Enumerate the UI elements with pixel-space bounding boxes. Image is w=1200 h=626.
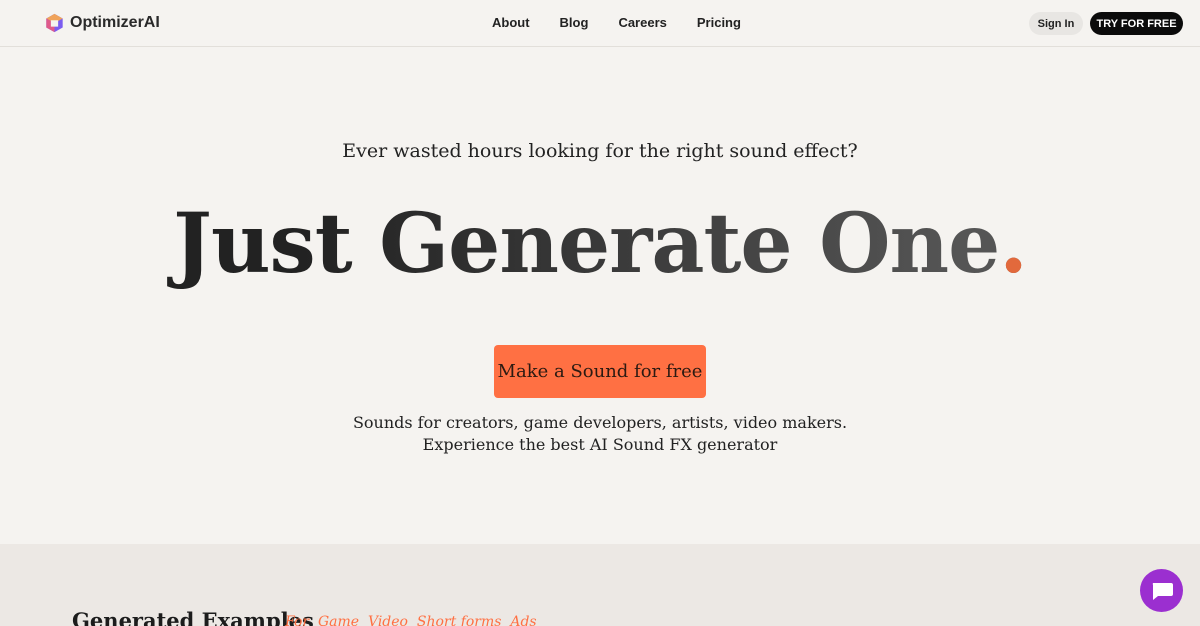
hero-tagline: Ever wasted hours looking for the right … (342, 140, 858, 162)
cube-logo-icon (46, 13, 63, 33)
hero-headline-dot: . (999, 196, 1028, 292)
nav-about[interactable]: About (492, 15, 530, 30)
chat-bubble-icon (1152, 582, 1173, 600)
hero-subtitle: Sounds for creators, game developers, ar… (0, 412, 1200, 456)
make-sound-button[interactable]: Make a Sound for free (494, 345, 706, 398)
nav-blog[interactable]: Blog (560, 15, 589, 30)
nav-pricing[interactable]: Pricing (697, 15, 741, 30)
sign-in-button[interactable]: Sign In (1029, 12, 1083, 35)
hero-headline: Just Generate One. (0, 196, 1200, 292)
chat-button[interactable] (1140, 569, 1183, 612)
try-for-free-button[interactable]: TRY FOR FREE (1090, 12, 1183, 35)
hero-headline-text: Just Generate One (173, 196, 1000, 292)
examples-section: Generated Examples For Game Video Short … (0, 544, 1200, 626)
main-nav: About Blog Careers Pricing (492, 15, 741, 30)
brand-logo[interactable]: OptimizerAI (45, 13, 160, 33)
hero-subtitle-line-1: Sounds for creators, game developers, ar… (352, 413, 848, 432)
brand-name: OptimizerAI (70, 14, 160, 31)
site-header: OptimizerAI About Blog Careers Pricing S… (0, 0, 1200, 47)
examples-title: Generated Examples (72, 608, 314, 626)
examples-tags: For Game Video Short forms Ads (285, 614, 537, 626)
nav-careers[interactable]: Careers (618, 15, 666, 30)
hero-subtitle-line-2: Experience the best AI Sound FX generato… (422, 435, 778, 454)
